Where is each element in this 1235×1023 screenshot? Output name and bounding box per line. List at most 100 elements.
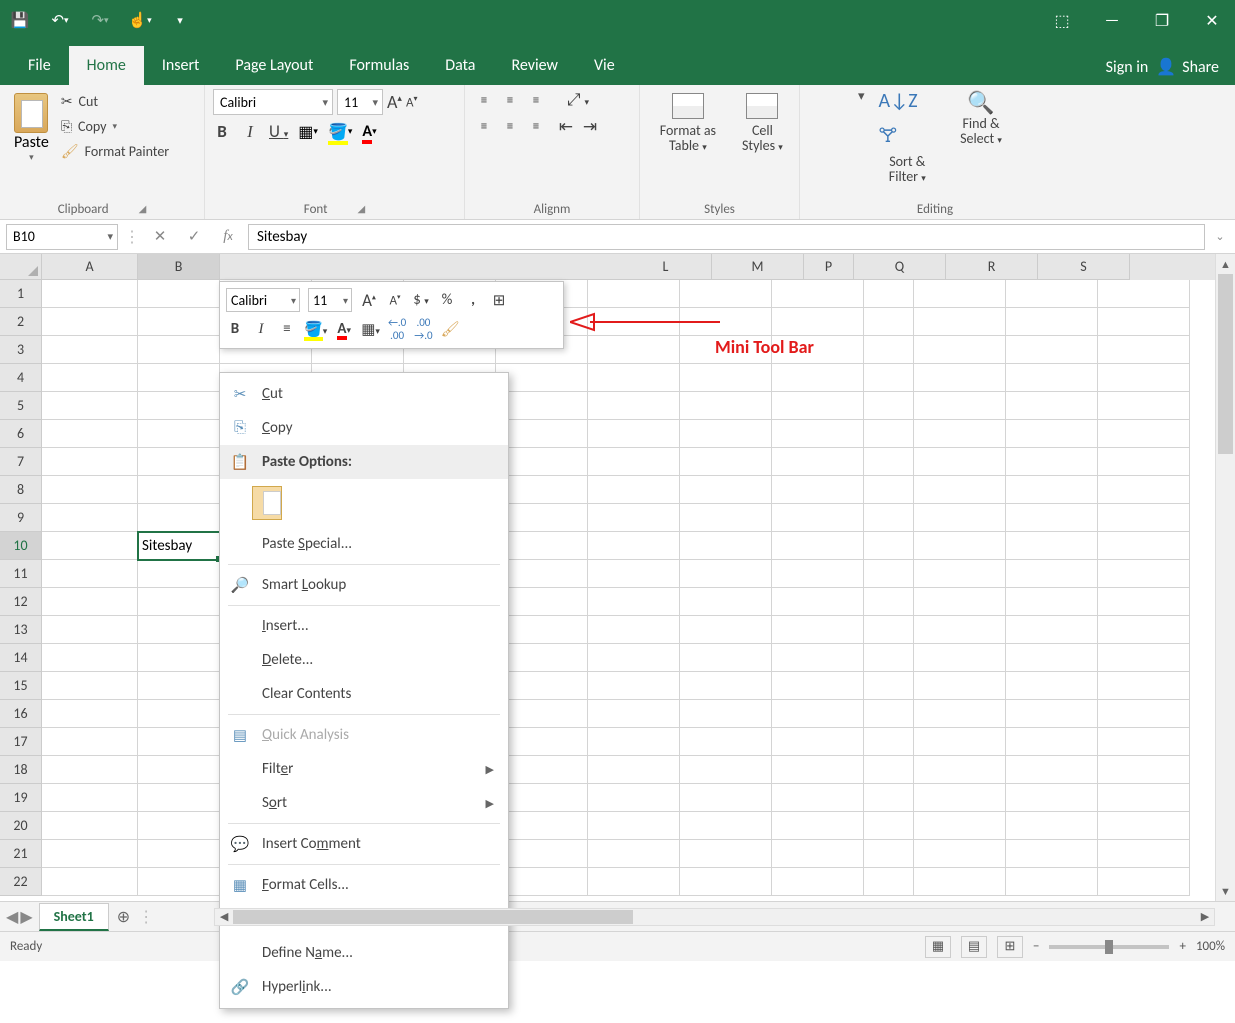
tab-review[interactable]: Review	[493, 46, 576, 85]
cell[interactable]	[496, 840, 588, 868]
cell[interactable]	[914, 336, 1006, 364]
cell[interactable]	[588, 476, 680, 504]
cell[interactable]	[496, 700, 588, 728]
cell[interactable]	[42, 560, 138, 588]
col-header-s[interactable]: S	[1038, 254, 1130, 280]
clipboard-dialog-icon[interactable]: ◢	[139, 202, 147, 217]
cell[interactable]	[772, 840, 864, 868]
minimize-icon[interactable]: —	[1097, 6, 1127, 36]
cell[interactable]	[42, 336, 138, 364]
cell[interactable]	[914, 308, 1006, 336]
cell[interactable]	[680, 672, 772, 700]
cell[interactable]	[680, 504, 772, 532]
cell[interactable]	[138, 504, 220, 532]
cell[interactable]	[1098, 812, 1190, 840]
cell[interactable]	[138, 588, 220, 616]
cell[interactable]	[864, 868, 914, 896]
align-middle-icon[interactable]: ≡	[499, 89, 521, 111]
cell[interactable]	[864, 588, 914, 616]
col-header-hidden[interactable]	[220, 254, 620, 280]
cell[interactable]	[1006, 812, 1098, 840]
cell[interactable]	[1006, 840, 1098, 868]
row-header-2[interactable]: 2	[0, 308, 42, 336]
italic-button[interactable]: I	[241, 122, 259, 142]
cell[interactable]	[42, 448, 138, 476]
row-header-13[interactable]: 13	[0, 616, 42, 644]
cell[interactable]	[496, 868, 588, 896]
ctx-delete[interactable]: Delete...	[220, 643, 508, 677]
cell[interactable]	[138, 728, 220, 756]
cell[interactable]	[680, 868, 772, 896]
cell[interactable]	[772, 644, 864, 672]
cell[interactable]	[138, 756, 220, 784]
sheet-nav[interactable]: ◀▶	[0, 907, 39, 927]
cell[interactable]	[864, 448, 914, 476]
tab-data[interactable]: Data	[427, 46, 493, 85]
cell[interactable]	[864, 420, 914, 448]
cell[interactable]	[42, 840, 138, 868]
align-top-icon[interactable]: ≡	[473, 89, 495, 111]
bold-button[interactable]: B	[213, 121, 231, 142]
cell[interactable]	[1098, 616, 1190, 644]
cell[interactable]	[42, 420, 138, 448]
cell[interactable]	[772, 616, 864, 644]
ctx-insert-comment[interactable]: 💬Insert Comment	[220, 827, 508, 861]
cell[interactable]	[496, 588, 588, 616]
cell[interactable]	[138, 336, 220, 364]
cell[interactable]	[1006, 868, 1098, 896]
cell[interactable]	[588, 560, 680, 588]
mini-italic-icon[interactable]: I	[252, 321, 270, 338]
qat-customize-icon[interactable]: ▾	[168, 9, 192, 33]
cell[interactable]	[588, 392, 680, 420]
row-header-20[interactable]: 20	[0, 812, 42, 840]
ctx-define-name[interactable]: Define Name...	[220, 936, 508, 970]
cell[interactable]	[914, 364, 1006, 392]
cell[interactable]	[1006, 560, 1098, 588]
paste-button[interactable]: Paste ▾	[8, 89, 55, 167]
redo-icon[interactable]: ↷ ▾	[88, 9, 112, 33]
cell[interactable]	[1098, 504, 1190, 532]
cell[interactable]	[138, 672, 220, 700]
cell[interactable]	[864, 560, 914, 588]
cell[interactable]	[1098, 756, 1190, 784]
cell[interactable]	[864, 336, 914, 364]
cell[interactable]	[42, 616, 138, 644]
cell[interactable]	[42, 644, 138, 672]
col-header-l[interactable]: L	[620, 254, 712, 280]
find-select-button[interactable]: 🔍 Find & Select ▾	[950, 89, 1012, 147]
cell[interactable]	[1098, 672, 1190, 700]
cell[interactable]	[864, 532, 914, 560]
cell[interactable]	[496, 672, 588, 700]
restore-icon[interactable]: ❐	[1147, 6, 1177, 36]
row-header-15[interactable]: 15	[0, 672, 42, 700]
ribbon-display-icon[interactable]: ⬚	[1047, 6, 1077, 36]
tab-page-layout[interactable]: Page Layout	[217, 46, 331, 85]
cell[interactable]	[680, 644, 772, 672]
cell[interactable]	[138, 448, 220, 476]
row-header-3[interactable]: 3	[0, 336, 42, 364]
cell[interactable]	[138, 784, 220, 812]
cell[interactable]	[1006, 700, 1098, 728]
row-header-9[interactable]: 9	[0, 504, 42, 532]
cell[interactable]	[138, 560, 220, 588]
ctx-paste-default[interactable]	[220, 479, 508, 527]
cell[interactable]	[772, 308, 864, 336]
cell[interactable]	[864, 364, 914, 392]
cell[interactable]	[772, 448, 864, 476]
cell[interactable]	[680, 532, 772, 560]
cell[interactable]	[588, 420, 680, 448]
cell[interactable]	[1098, 448, 1190, 476]
cell[interactable]	[1098, 364, 1190, 392]
cell[interactable]	[914, 784, 1006, 812]
tab-insert[interactable]: Insert	[144, 46, 218, 85]
scroll-thumb[interactable]	[1218, 274, 1233, 454]
cell[interactable]: Sitesbay	[138, 532, 220, 560]
cell[interactable]	[1006, 588, 1098, 616]
expand-formula-bar-icon[interactable]: ⌄	[1211, 230, 1229, 243]
ctx-format-cells[interactable]: ▦Format Cells...	[220, 868, 508, 902]
cell[interactable]	[772, 728, 864, 756]
align-right-icon[interactable]: ≡	[525, 115, 547, 137]
cell[interactable]	[680, 616, 772, 644]
cell[interactable]	[864, 476, 914, 504]
cell[interactable]	[42, 392, 138, 420]
